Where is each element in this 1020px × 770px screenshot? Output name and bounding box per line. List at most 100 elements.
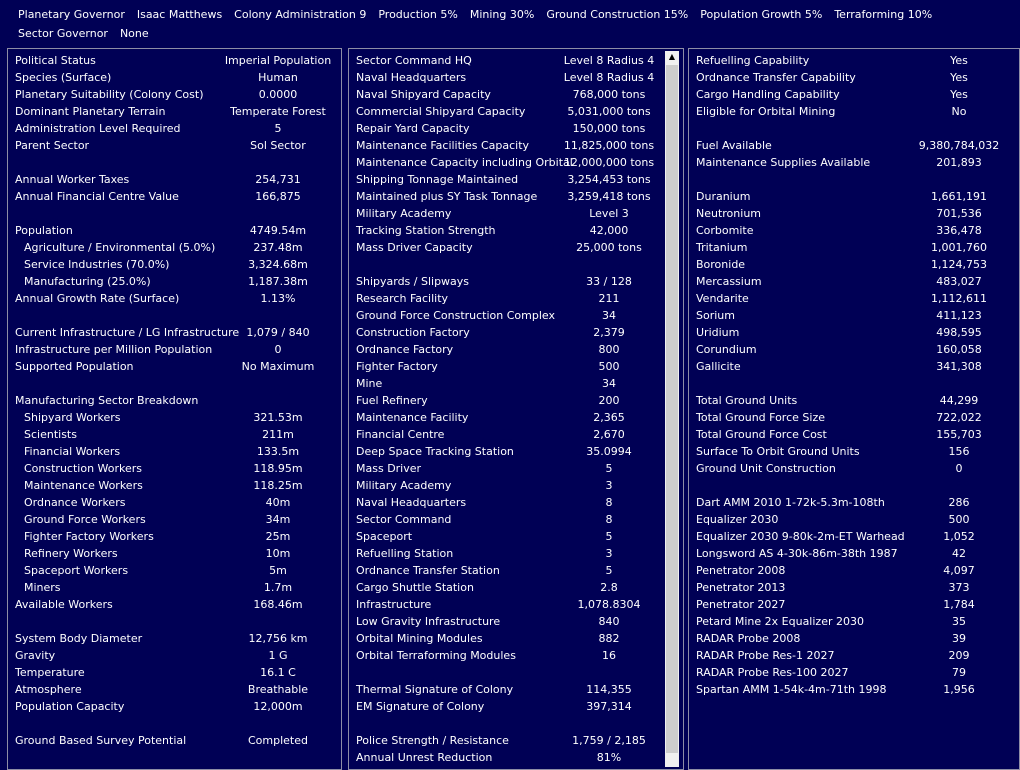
row-label: Corbomite bbox=[696, 224, 754, 237]
row-label: Equalizer 2030 9-80k-2m-ET Warhead bbox=[696, 530, 905, 543]
row-value: Level 8 Radius 4 bbox=[563, 71, 655, 84]
row-label: Dart AMM 2010 1-72k-5.3m-108th bbox=[696, 496, 885, 509]
blank-row bbox=[689, 120, 1019, 137]
row-label: Cargo Handling Capability bbox=[696, 88, 840, 101]
row-value: 2.8 bbox=[600, 581, 618, 594]
info-row: Ordnance Transfer Station 5 bbox=[349, 562, 683, 579]
blank-row bbox=[689, 171, 1019, 188]
row-value: 12,756 km bbox=[248, 632, 308, 645]
row-label: Mine bbox=[356, 377, 383, 390]
row-label: Supported Population bbox=[15, 360, 134, 373]
row-value: 800 bbox=[598, 343, 620, 356]
info-row: Corundium 160,058 bbox=[689, 341, 1019, 358]
row-value: 0.0000 bbox=[258, 88, 298, 101]
info-row: Longsword AS 4-30k-86m-38th 1987 42 bbox=[689, 545, 1019, 562]
info-row: Maintenance Capacity including Orbital 12… bbox=[349, 154, 683, 171]
info-row: Commercial Shipyard Capacity 5,031,000 to… bbox=[349, 103, 683, 120]
row-label: Naval Shipyard Capacity bbox=[356, 88, 491, 101]
row-value: 500 bbox=[948, 513, 970, 526]
row-value: 0 bbox=[955, 462, 963, 475]
info-row: Fuel Refinery 200 bbox=[349, 392, 683, 409]
stockpiles-panel: Refuelling Capability Yes Ordnance Transfe… bbox=[688, 48, 1020, 770]
row-value: 150,000 tons bbox=[572, 122, 646, 135]
row-label: Administration Level Required bbox=[15, 122, 181, 135]
row-label: Repair Yard Capacity bbox=[356, 122, 470, 135]
row-value: Yes bbox=[950, 71, 968, 84]
row-label: Annual Worker Taxes bbox=[15, 173, 130, 186]
row-value: 5 bbox=[605, 462, 613, 475]
row-value: 10m bbox=[265, 547, 291, 560]
info-row: Equalizer 2030 9-80k-2m-ET Warhead 1,052 bbox=[689, 528, 1019, 545]
row-label: Service Industries (70.0%) bbox=[24, 258, 170, 271]
info-row: Police Strength / Resistance 1,759 / 2,18… bbox=[349, 732, 683, 749]
row-label: Infrastructure per Million Population bbox=[15, 343, 213, 356]
row-value: 1.13% bbox=[260, 292, 296, 305]
row-value: 286 bbox=[948, 496, 970, 509]
row-value: 118.25m bbox=[253, 479, 303, 492]
row-value: 237.48m bbox=[253, 241, 303, 254]
row-value: Level 8 Radius 4 bbox=[563, 54, 655, 67]
scroll-up-icon[interactable]: ▲ bbox=[665, 51, 679, 63]
row-value: 500 bbox=[598, 360, 620, 373]
info-row: Ground Based Survey Potential Completed bbox=[8, 732, 341, 749]
row-label: Penetrator 2008 bbox=[696, 564, 786, 577]
info-row: Neutronium 701,536 bbox=[689, 205, 1019, 222]
row-label: Shipyards / Slipways bbox=[356, 275, 470, 288]
row-label: Maintenance Facilities Capacity bbox=[356, 139, 530, 152]
row-value: 160,058 bbox=[936, 343, 982, 356]
info-row: Parent Sector Sol Sector bbox=[8, 137, 341, 154]
row-value: 1,759 / 2,185 bbox=[572, 734, 646, 747]
row-label: Agriculture / Environmental (5.0%) bbox=[24, 241, 216, 254]
row-value: 5,031,000 tons bbox=[567, 105, 651, 118]
installations-panel: Sector Command HQ Level 8 Radius 4 Naval H… bbox=[348, 48, 684, 770]
row-label: Planetary Suitability (Colony Cost) bbox=[15, 88, 204, 101]
row-label: Gravity bbox=[15, 649, 56, 662]
info-row: Orbital Terraforming Modules 16 bbox=[349, 647, 683, 664]
row-label: Dominant Planetary Terrain bbox=[15, 105, 166, 118]
scrollbar-thumb[interactable] bbox=[666, 65, 678, 753]
info-row: Orbital Mining Modules 882 bbox=[349, 630, 683, 647]
row-label: Spaceport Workers bbox=[24, 564, 129, 577]
info-row: Maintenance Supplies Available 201,893 bbox=[689, 154, 1019, 171]
row-value: 16.1 C bbox=[260, 666, 296, 679]
info-row: Annual Unrest Reduction 81% bbox=[349, 749, 683, 766]
info-row: Thermal Signature of Colony 114,355 bbox=[349, 681, 683, 698]
info-row: Annual Worker Taxes 254,731 bbox=[8, 171, 341, 188]
row-value: 156 bbox=[948, 445, 970, 458]
row-label: Spartan AMM 1-54k-4m-71th 1998 bbox=[696, 683, 887, 696]
row-value: 4,097 bbox=[943, 564, 975, 577]
sector-governor-label: Sector Governor bbox=[18, 27, 108, 40]
row-label: Maintenance Facility bbox=[356, 411, 469, 424]
row-value: 34m bbox=[265, 513, 291, 526]
vertical-scrollbar[interactable]: ▲ bbox=[665, 51, 679, 767]
info-row: Ordnance Factory 800 bbox=[349, 341, 683, 358]
row-value: Yes bbox=[950, 54, 968, 67]
row-label: Atmosphere bbox=[15, 683, 82, 696]
colony-header: Planetary Governor Isaac Matthews Colony A… bbox=[0, 0, 1020, 46]
info-row: Penetrator 2013 373 bbox=[689, 579, 1019, 596]
row-label: Cargo Shuttle Station bbox=[356, 581, 474, 594]
row-label: Longsword AS 4-30k-86m-38th 1987 bbox=[696, 547, 898, 560]
row-label: Annual Unrest Reduction bbox=[356, 751, 493, 764]
row-label: Total Ground Force Cost bbox=[696, 428, 827, 441]
info-row: EM Signature of Colony 397,314 bbox=[349, 698, 683, 715]
info-row: Tracking Station Strength 42,000 bbox=[349, 222, 683, 239]
row-label: Shipping Tonnage Maintained bbox=[356, 173, 519, 186]
row-label: Political Status bbox=[15, 54, 96, 67]
row-value: Temperate Forest bbox=[230, 105, 326, 118]
blank-row bbox=[8, 154, 341, 171]
blank-row bbox=[349, 256, 683, 273]
population-growth-bonus: Population Growth 5% bbox=[700, 8, 823, 21]
info-row: Atmosphere Breathable bbox=[8, 681, 341, 698]
info-row: Manufacturing Sector Breakdown bbox=[8, 392, 341, 409]
info-row: Construction Factory 2,379 bbox=[349, 324, 683, 341]
row-value: 12,000m bbox=[253, 700, 303, 713]
info-row: Supported Population No Maximum bbox=[8, 358, 341, 375]
info-row: Mass Driver Capacity 25,000 tons bbox=[349, 239, 683, 256]
row-label: Mercassium bbox=[696, 275, 762, 288]
row-value: 2,379 bbox=[593, 326, 625, 339]
row-value: 25,000 tons bbox=[576, 241, 642, 254]
row-label: Commercial Shipyard Capacity bbox=[356, 105, 526, 118]
info-row: Penetrator 2027 1,784 bbox=[689, 596, 1019, 613]
row-label: Police Strength / Resistance bbox=[356, 734, 509, 747]
